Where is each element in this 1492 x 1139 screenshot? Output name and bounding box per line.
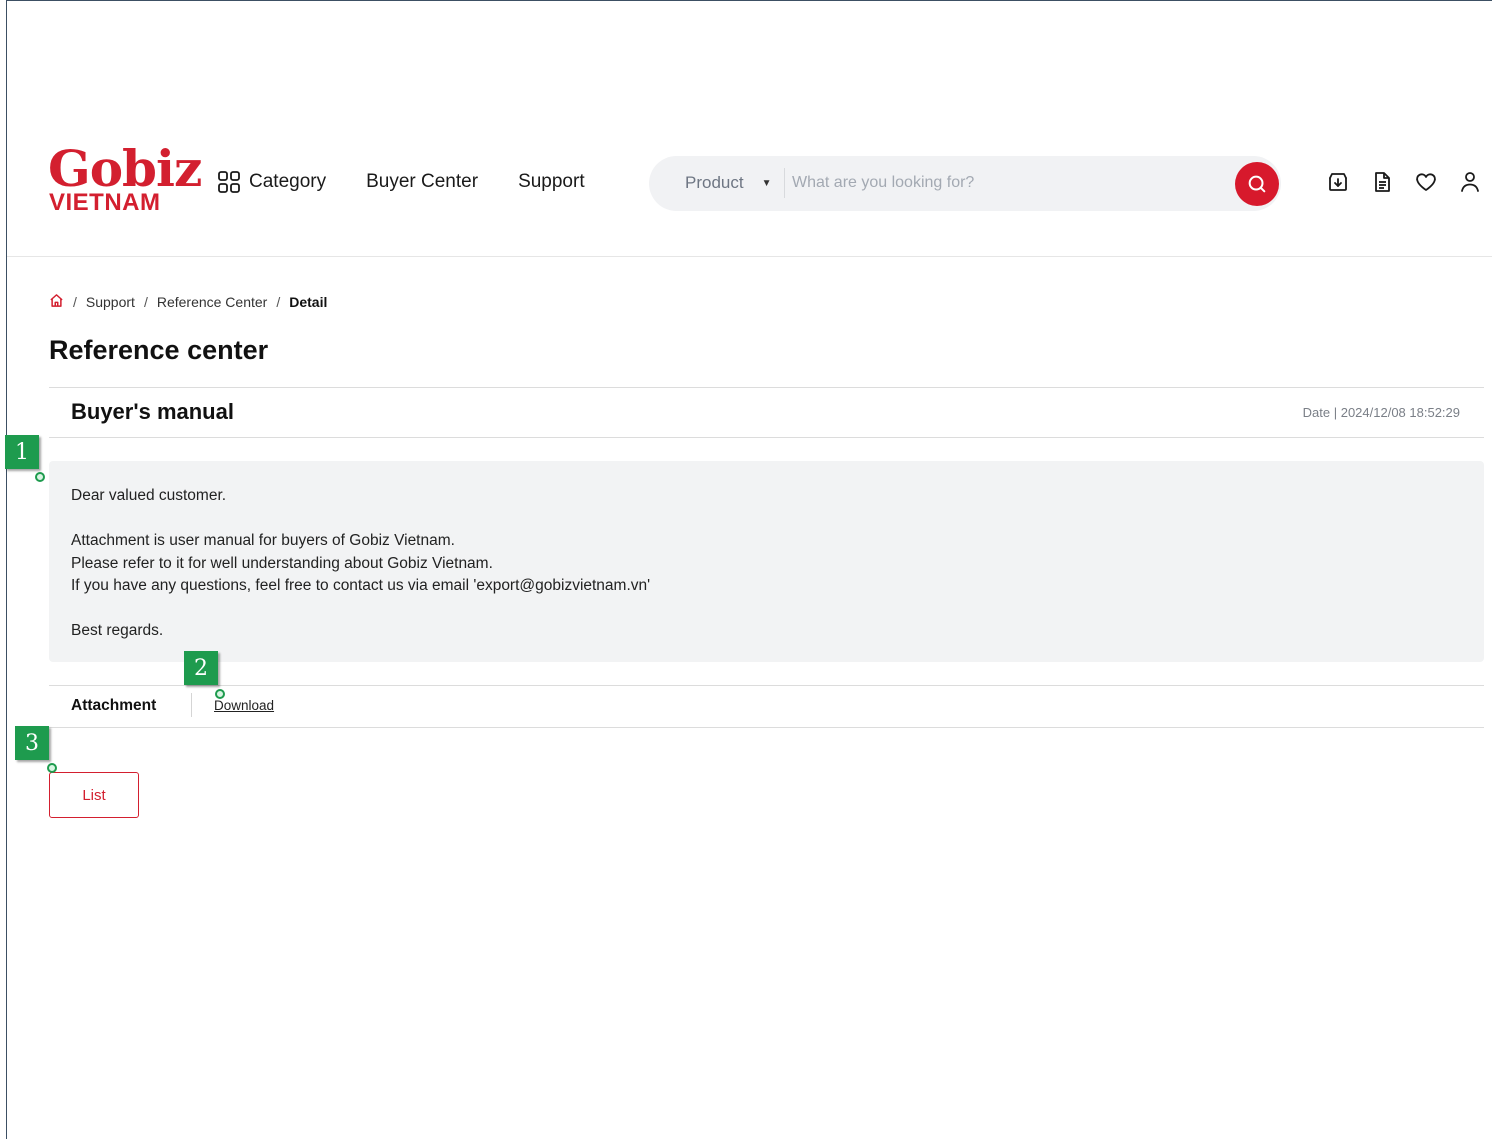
article-header-divider bbox=[49, 437, 1484, 438]
search-input[interactable] bbox=[792, 168, 1222, 198]
breadcrumb: / Support / Reference Center / Detail bbox=[49, 293, 327, 311]
header-icons bbox=[1325, 169, 1492, 195]
account-button[interactable] bbox=[1457, 169, 1483, 195]
main-nav: Category Buyer Center Support bbox=[217, 169, 625, 195]
attachment-bottom-divider bbox=[49, 727, 1484, 728]
search-scope-value: Product bbox=[685, 173, 744, 192]
search-button[interactable] bbox=[1235, 162, 1279, 206]
breadcrumb-separator: / bbox=[143, 294, 148, 310]
breadcrumb-current: Detail bbox=[289, 294, 328, 310]
download-box-icon bbox=[1329, 173, 1347, 191]
home-link[interactable] bbox=[49, 293, 64, 311]
article-top-divider bbox=[49, 387, 1484, 388]
nav-support[interactable]: Support bbox=[518, 169, 585, 195]
nav-category[interactable]: Category bbox=[217, 169, 326, 195]
site-header: Gobiz VIETNAM Category Buyer Center Supp… bbox=[7, 1, 1492, 257]
user-icon bbox=[1461, 172, 1479, 192]
body-line: Please refer to it for well understandin… bbox=[71, 554, 493, 572]
annotation-marker-3: 3 bbox=[15, 726, 49, 760]
logo-subtext: VIETNAM bbox=[49, 189, 161, 216]
heart-icon bbox=[1416, 173, 1436, 191]
grid-icon bbox=[218, 171, 240, 193]
page-title: Reference center bbox=[49, 335, 269, 365]
search-icon bbox=[1248, 175, 1266, 193]
document-button[interactable] bbox=[1369, 169, 1395, 195]
attachment-top-divider bbox=[49, 685, 1484, 686]
body-line: Attachment is user manual for buyers of … bbox=[71, 532, 455, 549]
download-link[interactable]: Download bbox=[214, 698, 274, 713]
nav-category-label: Category bbox=[249, 171, 327, 192]
search-scope-select[interactable]: Product ▼ bbox=[685, 173, 772, 193]
home-icon bbox=[50, 294, 63, 307]
body-closing: Best regards. bbox=[71, 622, 164, 639]
breadcrumb-reference-center[interactable]: Reference Center bbox=[157, 294, 268, 310]
wishlist-button[interactable] bbox=[1413, 169, 1439, 195]
gobiz-logo[interactable]: Gobiz VIETNAM bbox=[48, 141, 202, 217]
body-line: If you have any questions, feel free to … bbox=[71, 577, 651, 594]
article-body: Dear valued customer. Attachment is user… bbox=[49, 461, 1484, 662]
nav-support-label: Support bbox=[518, 171, 585, 192]
breadcrumb-support[interactable]: Support bbox=[86, 294, 135, 310]
body-spacer bbox=[71, 598, 1462, 621]
annotation-dot-2 bbox=[215, 689, 225, 699]
body-spacer bbox=[71, 508, 1462, 531]
attachment-label: Attachment bbox=[71, 697, 157, 714]
list-button[interactable]: List bbox=[49, 772, 139, 818]
attachment-divider bbox=[191, 693, 192, 717]
annotation-marker-2: 2 bbox=[184, 651, 218, 685]
document-icon bbox=[1375, 172, 1390, 192]
nav-buyer-center[interactable]: Buyer Center bbox=[366, 169, 478, 195]
body-greeting: Dear valued customer. bbox=[71, 487, 227, 504]
breadcrumb-separator: / bbox=[276, 294, 281, 310]
annotation-marker-1: 1 bbox=[5, 435, 39, 469]
article-title: Buyer's manual bbox=[71, 399, 234, 424]
download-box-button[interactable] bbox=[1325, 169, 1351, 195]
search-divider bbox=[784, 168, 785, 198]
nav-buyer-center-label: Buyer Center bbox=[366, 171, 479, 192]
search-bar: Product ▼ bbox=[649, 156, 1281, 211]
annotation-dot-1 bbox=[35, 472, 45, 482]
breadcrumb-separator: / bbox=[73, 294, 77, 310]
page-frame: Gobiz VIETNAM Category Buyer Center Supp… bbox=[5, 0, 1492, 1139]
caret-down-icon: ▼ bbox=[761, 177, 772, 189]
article-date: Date | 2024/12/08 18:52:29 bbox=[1302, 405, 1460, 420]
annotation-dot-3 bbox=[47, 763, 57, 773]
